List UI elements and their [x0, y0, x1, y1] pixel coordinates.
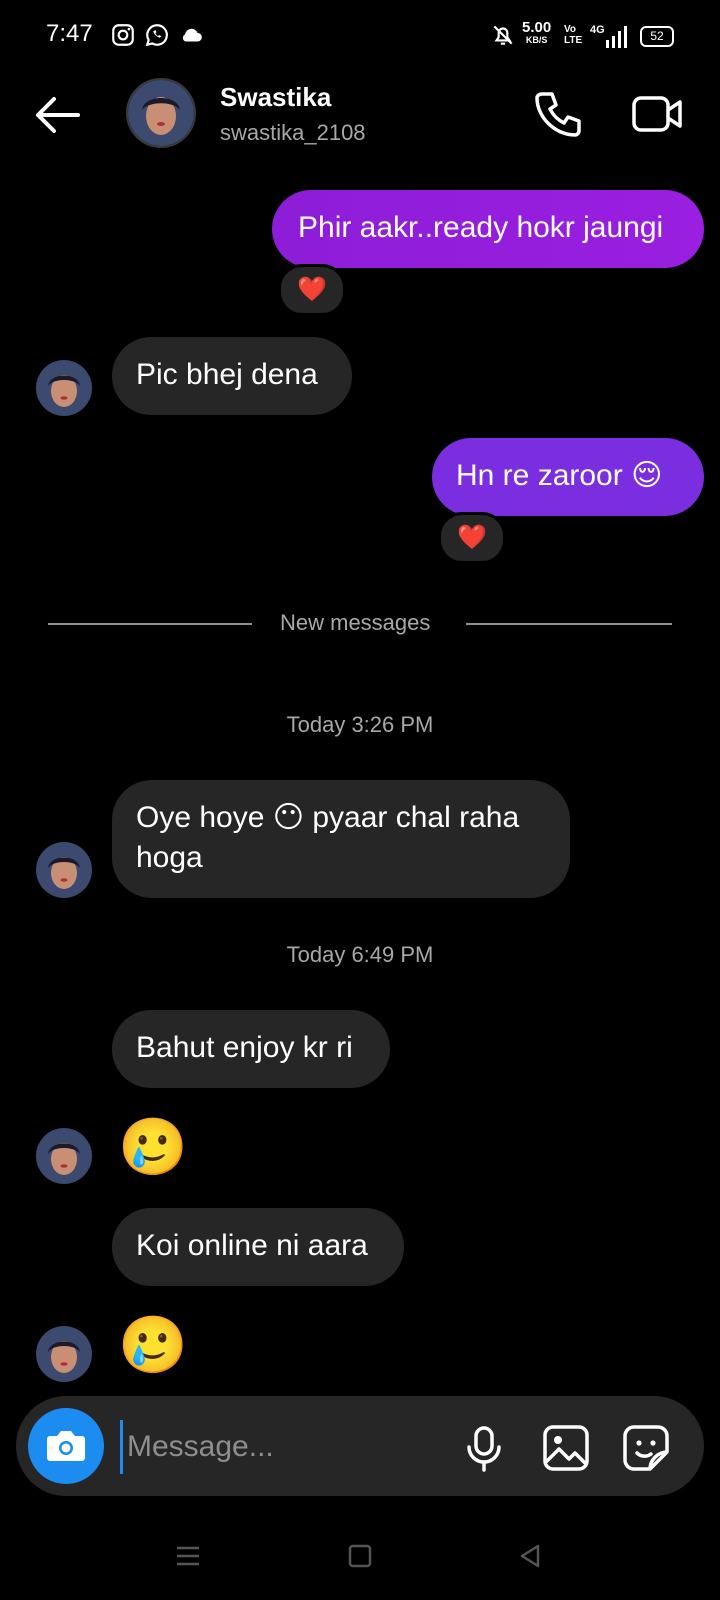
received-message[interactable]: Pic bhej dena — [112, 337, 352, 415]
heart-reaction[interactable]: ❤️ — [278, 264, 346, 316]
network-type: 4G — [590, 24, 605, 36]
contact-avatar[interactable] — [36, 1128, 92, 1184]
back-arrow-icon[interactable] — [30, 88, 84, 142]
emoji-message[interactable]: 🥲 — [118, 1114, 188, 1180]
network-speed: 5.00 KB/S — [522, 19, 552, 45]
phone-call-icon[interactable] — [530, 86, 586, 142]
received-message[interactable]: Oye hoye 😶 pyaar chal raha hoga — [112, 780, 570, 898]
contact-avatar[interactable] — [36, 360, 92, 416]
menu-nav-icon[interactable] — [174, 1542, 202, 1570]
back-nav-icon[interactable] — [516, 1542, 544, 1570]
navigation-bar — [0, 1520, 720, 1600]
home-nav-icon[interactable] — [346, 1542, 374, 1570]
contact-avatar[interactable] — [36, 842, 92, 898]
status-bar: 7:47 5.00 KB/S Vo LTE 4G 52 — [0, 0, 720, 70]
contact-avatar[interactable] — [36, 1326, 92, 1382]
gallery-icon[interactable] — [540, 1422, 592, 1474]
cloud-icon — [182, 28, 202, 42]
received-message[interactable]: Bahut enjoy kr ri — [112, 1010, 390, 1088]
emoji-message[interactable]: 🥲 — [118, 1312, 188, 1378]
divider-line-left — [48, 623, 252, 625]
volte-indicator: Vo LTE — [564, 24, 583, 46]
status-time: 7:47 — [46, 20, 93, 47]
header-avatar[interactable] — [126, 78, 196, 148]
message-input[interactable] — [120, 1420, 449, 1474]
video-call-icon[interactable] — [630, 86, 686, 142]
received-message[interactable]: Koi online ni aara — [112, 1208, 404, 1286]
instagram-icon — [112, 24, 134, 46]
whatsapp-icon — [145, 24, 168, 47]
mute-bell-icon — [493, 25, 513, 45]
microphone-icon[interactable] — [458, 1422, 510, 1474]
battery-indicator: 52 — [640, 26, 674, 47]
camera-button[interactable] — [28, 1408, 104, 1484]
timestamp: Today 3:26 PM — [286, 712, 434, 737]
new-messages-divider: New messages — [280, 610, 431, 635]
chat-username[interactable]: swastika_2108 — [220, 120, 366, 146]
timestamp: Today 6:49 PM — [286, 942, 434, 967]
heart-reaction[interactable]: ❤️ — [438, 512, 506, 564]
signal-icon — [606, 26, 627, 48]
sent-message[interactable]: Hn re zaroor 😌 — [432, 438, 704, 516]
camera-icon — [47, 1431, 85, 1461]
divider-line-right — [466, 623, 672, 625]
chat-name[interactable]: Swastika — [220, 82, 331, 113]
sticker-icon[interactable] — [620, 1422, 672, 1474]
sent-message[interactable]: Phir aakr..ready hokr jaungi — [272, 190, 704, 268]
